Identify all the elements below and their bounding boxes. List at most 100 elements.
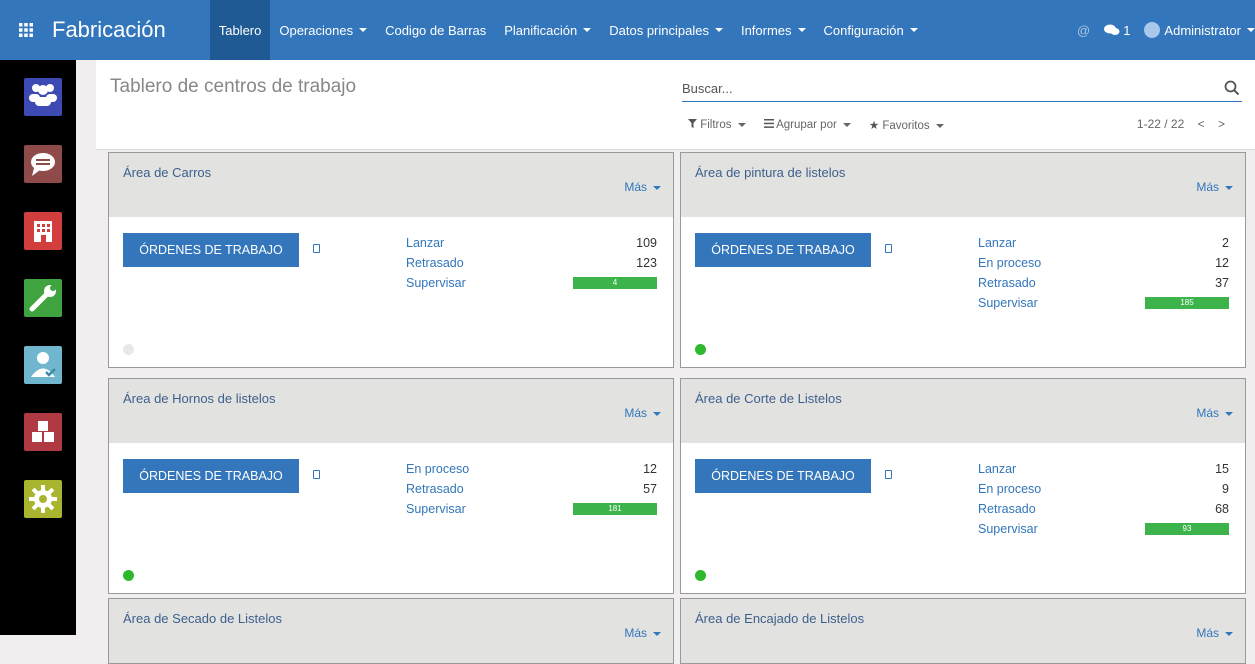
- group-by-button[interactable]: Agrupar por: [763, 119, 851, 131]
- more-dropdown[interactable]: Más: [624, 406, 661, 420]
- chevron-down-icon: [935, 123, 944, 128]
- chat-button[interactable]: 1: [1104, 23, 1130, 38]
- pager-previous-icon[interactable]: <: [1198, 117, 1205, 131]
- document-icon[interactable]: [885, 470, 892, 479]
- workcenter-card: Área de Encajado de Listelos Más: [680, 598, 1246, 664]
- work-orders-button[interactable]: ÓRDENES DE TRABAJO: [123, 233, 299, 267]
- pager-next-icon[interactable]: >: [1218, 117, 1225, 131]
- user-menu[interactable]: Administrator: [1144, 22, 1255, 38]
- filters-button[interactable]: Filtros: [688, 119, 746, 131]
- mention-icon[interactable]: @: [1077, 23, 1090, 38]
- stat-link[interactable]: En proceso: [406, 459, 469, 479]
- card-title[interactable]: Área de Secado de Listelos: [123, 611, 282, 626]
- document-icon[interactable]: [313, 244, 320, 253]
- chevron-down-icon: [797, 28, 806, 32]
- building-icon[interactable]: [24, 212, 62, 250]
- work-orders-label: ÓRDENES DE TRABAJO: [711, 243, 855, 257]
- apps-menu-button[interactable]: [0, 0, 52, 60]
- chat-count: 1: [1123, 22, 1131, 38]
- user-check-icon[interactable]: [24, 346, 62, 384]
- users-icon[interactable]: [24, 78, 62, 116]
- menu-item[interactable]: Planificación: [495, 0, 600, 60]
- favorites-button[interactable]: ★ Favoritos: [869, 118, 944, 132]
- more-dropdown[interactable]: Más: [1196, 406, 1233, 420]
- progress-bar: 185: [1145, 297, 1229, 309]
- work-orders-button[interactable]: ÓRDENES DE TRABAJO: [695, 233, 871, 267]
- workcenter-card: Área de Carros Más ÓRDENES DE TRABAJO Lanza…: [108, 152, 674, 368]
- filters-label: Filtros: [700, 119, 732, 131]
- more-dropdown[interactable]: Más: [1196, 180, 1233, 194]
- card-title[interactable]: Área de Encajado de Listelos: [695, 611, 864, 626]
- page-title: Tablero de centros de trabajo: [110, 76, 357, 97]
- stat-values: 12 57 181: [573, 459, 657, 515]
- favorites-label: Favoritos: [882, 120, 930, 132]
- boxes-icon[interactable]: [24, 413, 62, 451]
- card-header: Área de Carros Más: [109, 153, 673, 217]
- work-orders-button[interactable]: ÓRDENES DE TRABAJO: [123, 459, 299, 493]
- stat-link[interactable]: Lanzar: [978, 459, 1041, 479]
- menu-item-label: Datos principales: [609, 22, 709, 38]
- stat-link[interactable]: Retrasado: [406, 253, 466, 273]
- card-title[interactable]: Área de Hornos de listelos: [123, 391, 275, 406]
- stat-link[interactable]: Retrasado: [978, 273, 1041, 293]
- workcenter-card: Área de Hornos de listelos Más ÓRDENES DE …: [108, 378, 674, 594]
- chevron-down-icon: [1225, 631, 1233, 636]
- user-name: Administrator: [1164, 22, 1241, 38]
- search-input[interactable]: Buscar...: [682, 78, 1242, 102]
- search-icon[interactable]: [1224, 80, 1240, 96]
- chevron-down-icon: [909, 28, 918, 32]
- stat-link[interactable]: Supervisar: [406, 273, 466, 293]
- document-icon[interactable]: [313, 470, 320, 479]
- systray: @ 1 Administrator: [1077, 0, 1255, 60]
- main-navbar: Fabricación Tablero Operaciones Codigo de …: [0, 0, 1255, 60]
- stat-labels: Lanzar Retrasado Supervisar: [406, 233, 466, 293]
- card-header: Área de Corte de Listelos Más: [681, 379, 1245, 443]
- more-label: Más: [624, 180, 647, 194]
- work-orders-label: ÓRDENES DE TRABAJO: [139, 243, 283, 257]
- stat-count: 12: [643, 462, 657, 476]
- card-body: ÓRDENES DE TRABAJO En proceso Retrasado Sup…: [109, 443, 673, 593]
- document-icon[interactable]: [885, 244, 892, 253]
- chevron-down-icon: [842, 122, 851, 127]
- progress-bar: 93: [1145, 523, 1229, 535]
- stat-link[interactable]: Lanzar: [406, 233, 466, 253]
- top-menu: Tablero Operaciones Codigo de Barras Planif…: [209, 0, 927, 60]
- stat-link[interactable]: Supervisar: [978, 293, 1041, 313]
- more-dropdown[interactable]: Más: [624, 626, 661, 640]
- wrench-icon[interactable]: [24, 279, 62, 317]
- stat-link[interactable]: En proceso: [978, 253, 1041, 273]
- menu-item[interactable]: Codigo de Barras: [376, 0, 495, 60]
- menu-item[interactable]: Informes: [732, 0, 815, 60]
- stat-link[interactable]: En proceso: [978, 479, 1041, 499]
- stat-link[interactable]: Lanzar: [978, 233, 1041, 253]
- stat-labels: En proceso Retrasado Supervisar: [406, 459, 469, 519]
- control-panel: Tablero de centros de trabajo Buscar... …: [96, 60, 1255, 150]
- chevron-down-icon: [737, 122, 746, 127]
- work-orders-label: ÓRDENES DE TRABAJO: [711, 469, 855, 483]
- stat-link[interactable]: Supervisar: [406, 499, 469, 519]
- search-placeholder: Buscar...: [682, 81, 733, 96]
- more-dropdown[interactable]: Más: [1196, 626, 1233, 640]
- stat-values: 2 12 37 185: [1145, 233, 1229, 309]
- stat-count: 123: [636, 256, 657, 270]
- card-title[interactable]: Área de Carros: [123, 165, 211, 180]
- menu-item[interactable]: Datos principales: [600, 0, 732, 60]
- stat-link[interactable]: Retrasado: [978, 499, 1041, 519]
- gear-icon[interactable]: [24, 480, 62, 518]
- more-dropdown[interactable]: Más: [624, 180, 661, 194]
- menu-item[interactable]: Configuración: [815, 0, 927, 60]
- card-title[interactable]: Área de Corte de Listelos: [695, 391, 842, 406]
- work-orders-button[interactable]: ÓRDENES DE TRABAJO: [695, 459, 871, 493]
- chat-icon[interactable]: [24, 145, 62, 183]
- group-by-label: Agrupar por: [776, 119, 837, 131]
- menu-item[interactable]: Tablero: [209, 0, 271, 60]
- card-title[interactable]: Área de pintura de listelos: [695, 165, 845, 180]
- menu-item[interactable]: Operaciones: [270, 0, 376, 60]
- card-body: ÓRDENES DE TRABAJO Lanzar En proceso Retras…: [681, 443, 1245, 593]
- stat-count: 109: [636, 236, 657, 250]
- stat-link[interactable]: Retrasado: [406, 479, 469, 499]
- pager-value[interactable]: 1-22 / 22: [1137, 117, 1184, 131]
- chevron-down-icon: [1225, 411, 1233, 416]
- more-label: Más: [1196, 406, 1219, 420]
- stat-link[interactable]: Supervisar: [978, 519, 1041, 539]
